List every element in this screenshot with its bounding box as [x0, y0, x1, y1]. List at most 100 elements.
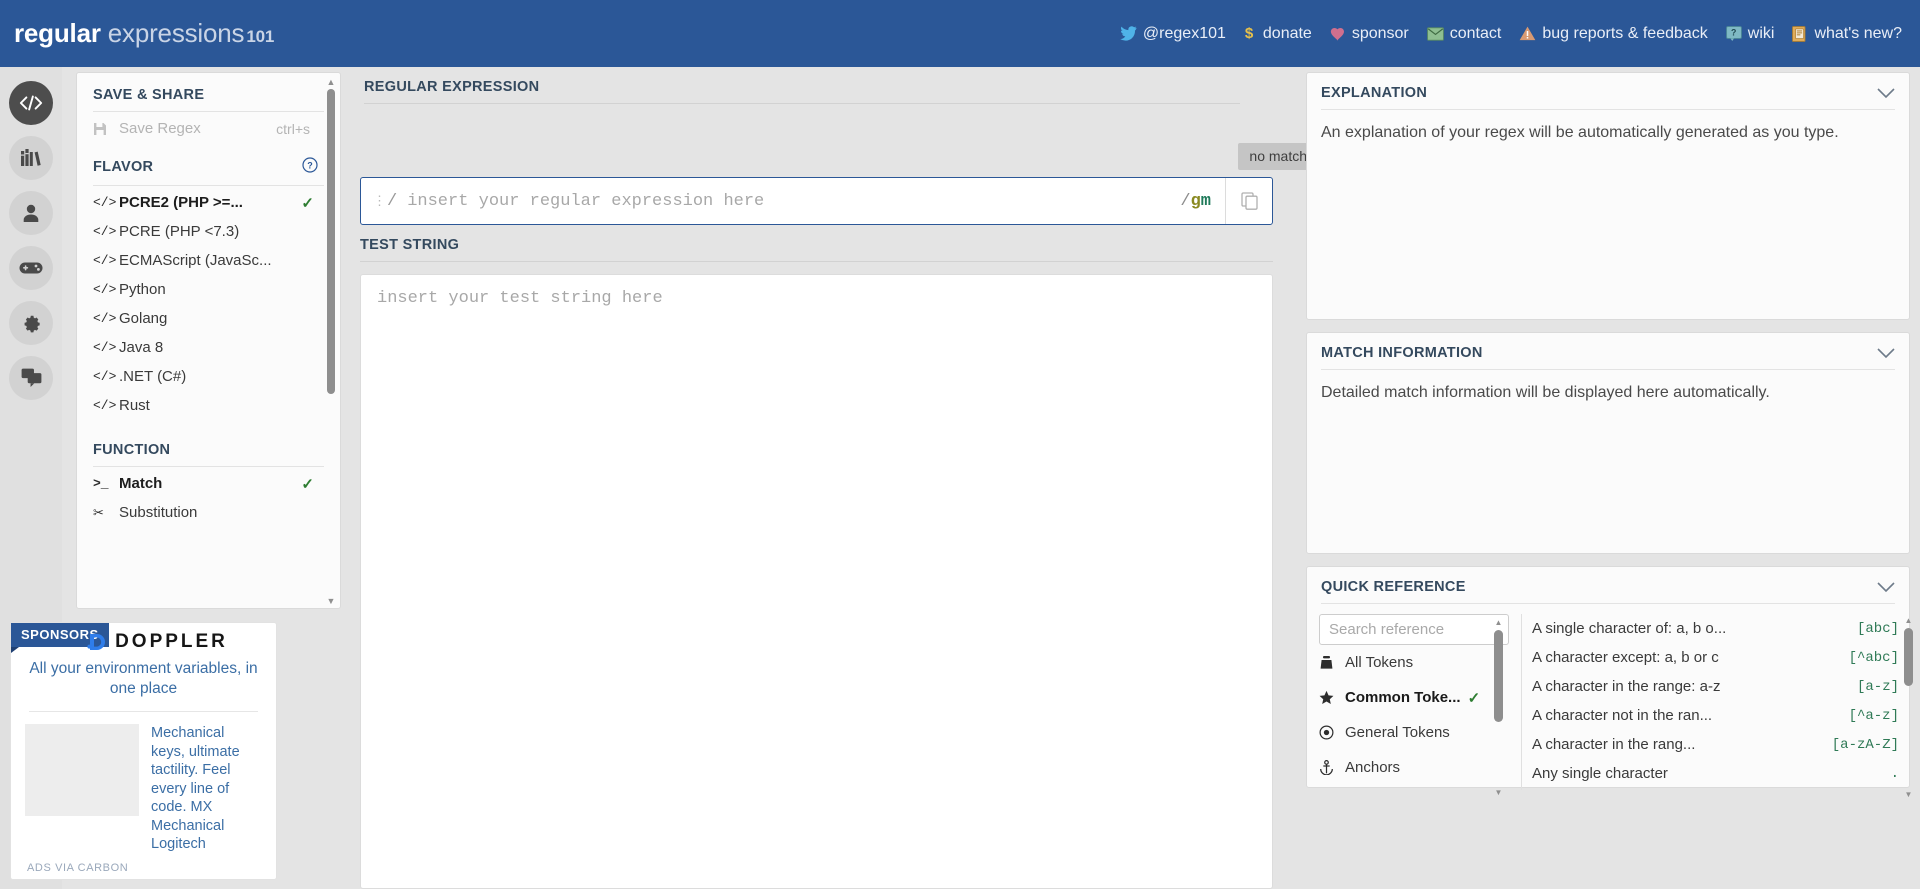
qr-token-row[interactable]: A character in the range: a-z [a-z]: [1532, 672, 1905, 701]
test-string-header: TEST STRING: [360, 237, 1273, 262]
function-item-match[interactable]: >_ Match ✓: [77, 469, 340, 498]
qr-token-row[interactable]: A single character of: a, b o... [abc]: [1532, 614, 1905, 643]
qr-token-desc: Any single character: [1532, 765, 1668, 782]
flag-global[interactable]: g: [1191, 192, 1201, 211]
nav-donate[interactable]: $ donate: [1244, 25, 1312, 43]
info-column: EXPLANATION An explanation of your regex…: [1306, 72, 1913, 800]
ads-via-carbon-label[interactable]: ADS VIA CARBON: [11, 854, 276, 874]
flags-slash: /: [1180, 191, 1191, 211]
search-reference-input[interactable]: [1319, 614, 1509, 645]
scroll-up-icon[interactable]: ▲: [1902, 614, 1915, 626]
flavor-item-pcre2[interactable]: </> PCRE2 (PHP >=... ✓: [77, 188, 340, 217]
explanation-title: EXPLANATION: [1321, 85, 1428, 101]
flavor-item-pcre[interactable]: </> PCRE (PHP <7.3): [77, 217, 340, 246]
test-string-input[interactable]: insert your test string here: [360, 274, 1273, 889]
quick-reference-body: All Tokens Common Toke... ✓ General Toke…: [1307, 604, 1913, 799]
scroll-down-icon[interactable]: ▼: [324, 594, 338, 608]
scrollbar-thumb[interactable]: [1904, 628, 1913, 686]
chevron-down-icon[interactable]: [1877, 347, 1895, 359]
flavor-item-golang[interactable]: </> Golang: [77, 304, 340, 333]
rail-quiz-button[interactable]: [9, 246, 53, 290]
star-icon: [1319, 690, 1345, 705]
qr-token-value: [abc]: [1856, 620, 1899, 637]
qr-category-general-tokens[interactable]: General Tokens: [1319, 715, 1517, 750]
qr-token-row[interactable]: A character except: a, b or c [^abc]: [1532, 643, 1905, 672]
scissors-icon: ✂: [93, 504, 104, 520]
regex-header: REGULAR EXPRESSION: [360, 67, 1318, 104]
regex-input[interactable]: insert your regular expression here: [397, 192, 1180, 211]
flavor-item-rust[interactable]: </> Rust: [77, 391, 340, 420]
gear-icon: [21, 313, 42, 334]
flavor-item-label: Python: [119, 281, 166, 298]
rail-chat-button[interactable]: [9, 356, 53, 400]
explanation-header: EXPLANATION: [1307, 73, 1909, 109]
logo-101: 101: [246, 27, 275, 46]
quick-reference-header: QUICK REFERENCE: [1307, 567, 1909, 603]
scroll-down-icon[interactable]: ▼: [1902, 788, 1915, 800]
regex-input-box[interactable]: ⋮ / insert your regular expression here …: [360, 177, 1273, 225]
nav-sponsor[interactable]: sponsor: [1330, 25, 1409, 43]
qr-token-value: [^a-z]: [1848, 707, 1899, 724]
nav-whats-new[interactable]: what's new?: [1792, 25, 1902, 43]
carbon-ad[interactable]: Mechanical keys, ultimate tactility. Fee…: [11, 724, 276, 854]
flavor-item-java8[interactable]: </> Java 8: [77, 333, 340, 362]
nav-wiki[interactable]: ? wiki: [1725, 25, 1774, 43]
chevron-down-icon[interactable]: [1877, 581, 1895, 593]
quick-reference-token-list: A single character of: a, b o... [abc] A…: [1532, 614, 1913, 799]
drag-handle-icon[interactable]: ⋮: [361, 193, 387, 209]
qr-token-value: [^abc]: [1848, 649, 1899, 666]
scroll-up-icon[interactable]: ▲: [1492, 616, 1505, 628]
function-item-substitution[interactable]: ✂ Substitution: [77, 498, 340, 527]
rail-settings-button[interactable]: [9, 301, 53, 345]
ad-text[interactable]: Mechanical keys, ultimate tactility. Fee…: [139, 724, 262, 854]
flag-multiline[interactable]: m: [1201, 192, 1211, 211]
scrollbar-track[interactable]: [324, 89, 338, 594]
copy-icon[interactable]: [1225, 178, 1272, 224]
flavor-item-dotnet[interactable]: </> .NET (C#): [77, 362, 340, 391]
left-panel-scrollbar[interactable]: ▲ ▼: [324, 75, 338, 608]
floppy-icon: [93, 122, 119, 136]
sponsor-tagline[interactable]: All your environment variables, in one p…: [11, 653, 276, 709]
ad-image-placeholder: [25, 724, 139, 816]
qr-token-desc: A character not in the ran...: [1532, 707, 1713, 724]
qr-token-row[interactable]: A character in the rang... [a-zA-Z]: [1532, 730, 1905, 759]
scrollbar-thumb[interactable]: [327, 89, 335, 394]
qr-tokens-scrollbar[interactable]: ▲ ▼: [1902, 614, 1915, 800]
nav-contact[interactable]: contact: [1426, 25, 1501, 43]
scrollbar-thumb[interactable]: [1494, 630, 1503, 722]
qr-category-all-tokens[interactable]: All Tokens: [1319, 645, 1517, 680]
qr-category-common-tokens[interactable]: Common Toke... ✓: [1319, 680, 1517, 715]
match-information-header: MATCH INFORMATION: [1307, 333, 1909, 369]
qr-token-row[interactable]: Any single character .: [1532, 759, 1905, 788]
qr-category-anchors[interactable]: Anchors: [1319, 750, 1517, 785]
sponsor-card: SPONSORS DOPPLER All your environment va…: [10, 622, 277, 880]
nav-bug-reports[interactable]: bug reports & feedback: [1519, 25, 1708, 43]
nav-twitter[interactable]: @regex101: [1120, 25, 1226, 43]
warning-icon: [1519, 26, 1536, 41]
qr-token-row[interactable]: A character not in the ran... [^a-z]: [1532, 701, 1905, 730]
divider: [1521, 614, 1522, 790]
scroll-down-icon[interactable]: ▼: [1492, 786, 1505, 798]
function-title: FUNCTION: [93, 442, 171, 458]
save-regex-row[interactable]: Save Regex ctrl+s: [77, 114, 340, 143]
rail-regex-editor-button[interactable]: [9, 81, 53, 125]
code-icon: </>: [93, 224, 117, 239]
regex-open-slash: /: [387, 191, 398, 211]
regex-flags[interactable]: /gm: [1180, 192, 1225, 211]
chevron-down-icon[interactable]: [1877, 87, 1895, 99]
check-icon: ✓: [1467, 689, 1481, 707]
site-logo[interactable]: regular expressions 101: [14, 18, 274, 49]
qr-categories-scrollbar[interactable]: ▲ ▼: [1492, 616, 1505, 798]
question-circle-icon[interactable]: ?: [302, 157, 318, 177]
scroll-up-icon[interactable]: ▲: [324, 75, 338, 89]
flavor-item-label: .NET (C#): [119, 368, 187, 385]
qr-token-value: .: [1890, 765, 1899, 782]
rail-library-button[interactable]: [9, 136, 53, 180]
qr-category-label: Anchors: [1345, 759, 1401, 776]
heart-icon: [1330, 27, 1346, 41]
code-icon: </>: [93, 340, 117, 355]
flavor-item-ecmascript[interactable]: </> ECMAScript (JavaSc...: [77, 246, 340, 275]
quick-reference-categories: All Tokens Common Toke... ✓ General Toke…: [1307, 614, 1517, 797]
flavor-item-python[interactable]: </> Python: [77, 275, 340, 304]
rail-account-button[interactable]: [9, 191, 53, 235]
